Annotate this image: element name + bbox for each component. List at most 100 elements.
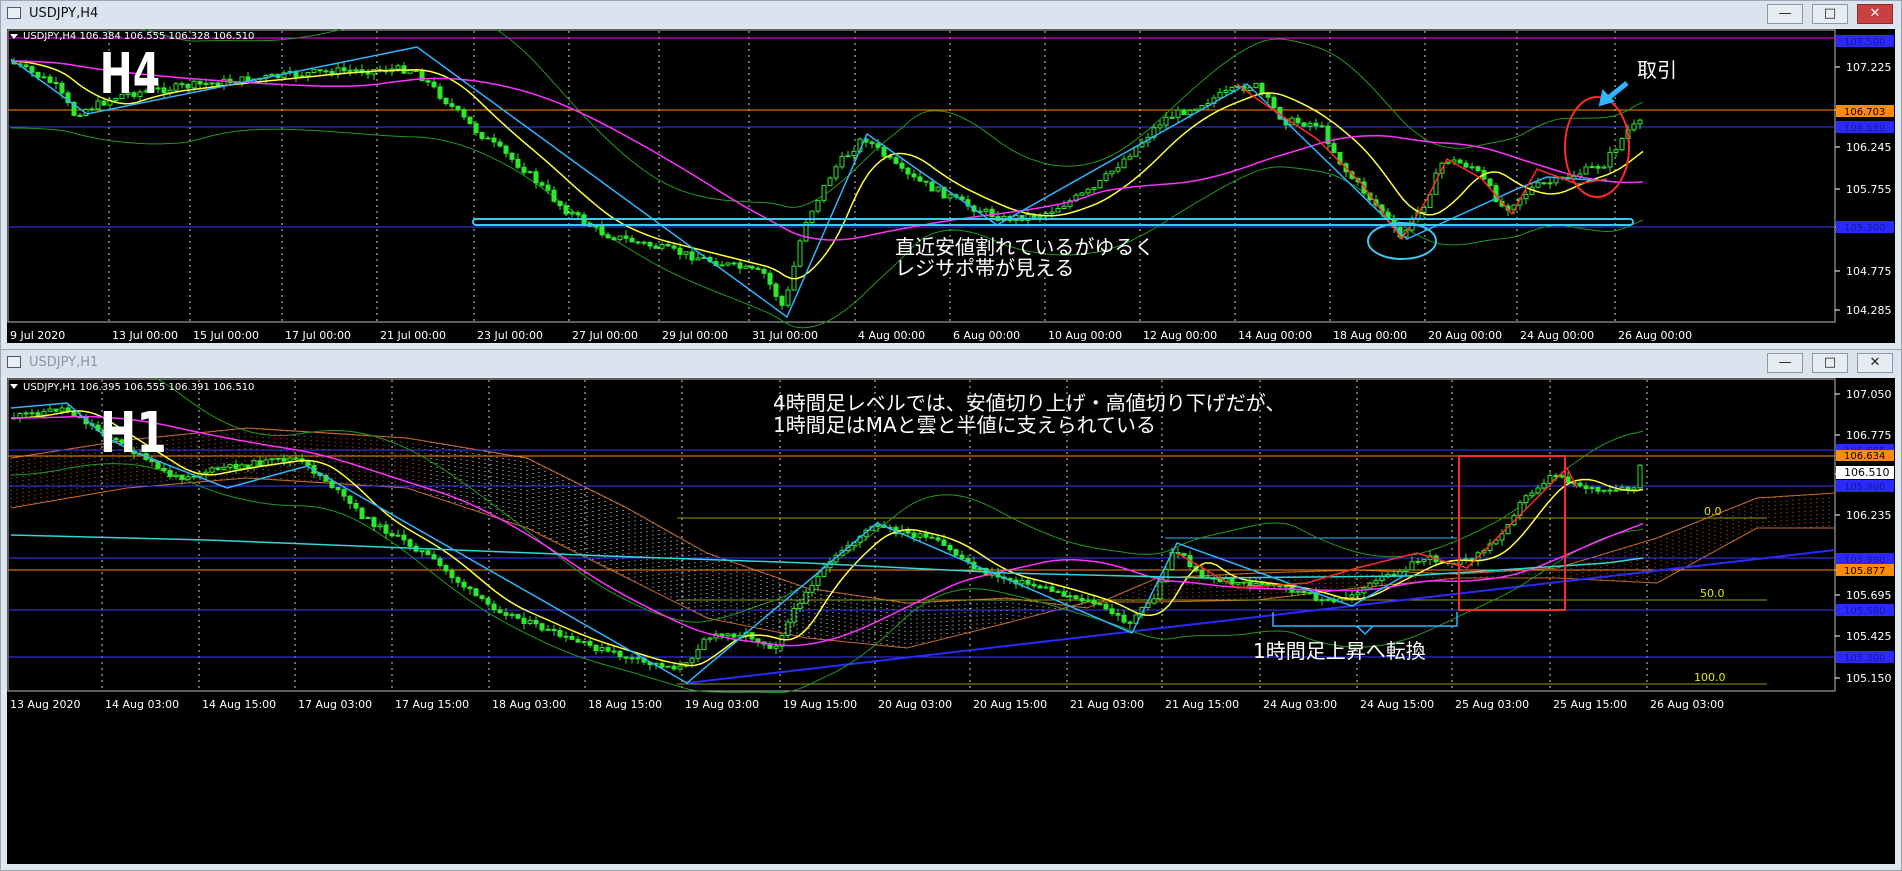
candle xyxy=(1541,182,1547,185)
candle xyxy=(755,267,761,270)
candle xyxy=(407,70,413,74)
candle xyxy=(905,167,911,175)
candle xyxy=(473,588,479,597)
h4-title-bar[interactable]: USDJPY,H4 — □ ✕ xyxy=(1,1,1901,27)
candle xyxy=(365,72,371,75)
candle xyxy=(335,487,341,491)
h1-minimize-button[interactable]: — xyxy=(1767,353,1803,373)
candle xyxy=(623,235,629,239)
candle xyxy=(893,157,899,164)
candle xyxy=(395,65,401,70)
candle xyxy=(749,265,755,269)
zigzag-line xyxy=(10,402,1408,684)
candle xyxy=(881,146,887,157)
candle xyxy=(179,474,185,480)
time-axis-label: 13 Jul 00:00 xyxy=(112,329,178,342)
candle xyxy=(1565,476,1571,484)
candle xyxy=(521,617,527,624)
candle xyxy=(1163,116,1169,126)
candle xyxy=(983,208,989,212)
candle xyxy=(659,663,665,668)
candle xyxy=(1061,591,1067,597)
candle xyxy=(1601,489,1607,492)
candle xyxy=(215,467,221,470)
time-axis-label: 18 Aug 15:00 xyxy=(588,698,662,711)
candle xyxy=(449,570,455,579)
h4-minimize-button[interactable]: — xyxy=(1767,4,1803,24)
candle xyxy=(437,86,443,99)
time-axis-label: 17 Aug 03:00 xyxy=(298,698,372,711)
candle xyxy=(551,628,557,632)
h4-sr-zone xyxy=(472,218,1634,226)
candle xyxy=(827,177,833,187)
time-axis-label: 24 Aug 03:00 xyxy=(1263,698,1337,711)
time-axis-label: 15 Jul 00:00 xyxy=(193,329,259,342)
time-axis-label: 23 Jul 00:00 xyxy=(477,329,543,342)
time-axis-label: 18 Aug 00:00 xyxy=(1333,329,1407,342)
candle xyxy=(611,650,617,653)
candle xyxy=(491,603,497,611)
candle xyxy=(1109,170,1115,175)
candle xyxy=(1589,486,1595,489)
candle xyxy=(227,463,233,468)
candle xyxy=(653,245,659,249)
candle xyxy=(317,69,323,72)
candle xyxy=(617,235,623,241)
candle xyxy=(527,171,533,174)
candle xyxy=(53,408,59,412)
h4-chart-area[interactable]: USDJPY,H4 106.384 106.555 106.328 106.51… xyxy=(7,29,1895,343)
candle xyxy=(1229,578,1235,585)
h1-chart-area[interactable]: 0.0 50.0 100.0 USDJPY,H1 106.395 106.555… xyxy=(7,378,1895,864)
chart-dropdown-icon[interactable] xyxy=(10,384,18,389)
candle xyxy=(77,114,83,117)
candle xyxy=(503,612,509,616)
candle xyxy=(497,141,503,147)
price-axis-label: 105.425 xyxy=(1846,630,1892,643)
candle xyxy=(1319,125,1325,128)
candle xyxy=(671,665,677,670)
price-axis-label: 105.695 xyxy=(1846,589,1892,602)
candle xyxy=(1547,475,1553,484)
chart-window-icon xyxy=(7,356,21,368)
candle xyxy=(1559,475,1565,478)
candle xyxy=(281,457,287,462)
h1-big-label: H1 xyxy=(100,400,167,466)
h4-tag-blue-low: 105.300 xyxy=(1844,223,1885,234)
candle xyxy=(455,577,461,583)
candle xyxy=(701,638,707,651)
price-axis-label: 106.235 xyxy=(1846,509,1892,522)
candle xyxy=(359,507,365,519)
h1-title-bar[interactable]: USDJPY,H1 — □ ✕ xyxy=(1,350,1901,376)
candle xyxy=(665,665,671,668)
h4-chart-svg[interactable]: USDJPY,H4 106.384 106.555 106.328 106.51… xyxy=(7,29,1895,345)
candle xyxy=(563,635,569,638)
h4-close-button[interactable]: ✕ xyxy=(1857,4,1893,24)
candle xyxy=(533,171,539,184)
candle xyxy=(539,182,545,186)
candle xyxy=(917,176,923,182)
candle xyxy=(1079,192,1085,196)
bollinger-upper xyxy=(142,29,1644,208)
h1-maximize-button[interactable]: □ xyxy=(1812,353,1848,373)
candle xyxy=(911,532,917,538)
candle xyxy=(1625,486,1631,491)
candle xyxy=(41,76,47,79)
candle xyxy=(47,408,53,412)
candle xyxy=(293,457,299,460)
price-axis-label: 105.150 xyxy=(1846,672,1892,685)
candle xyxy=(185,476,191,480)
h1-close-button[interactable]: ✕ xyxy=(1857,353,1893,373)
h4-maximize-button[interactable]: □ xyxy=(1812,4,1848,24)
candle xyxy=(245,464,251,468)
time-axis-label: 25 Aug 15:00 xyxy=(1553,698,1627,711)
candle xyxy=(161,87,167,94)
candle xyxy=(209,82,215,85)
h1-annotation-2: 1時間足はMAと雲と半値に支えられている xyxy=(773,413,1156,437)
candle xyxy=(1199,570,1205,578)
candle xyxy=(443,565,449,572)
h1-chart-svg[interactable]: 0.0 50.0 100.0 USDJPY,H1 106.395 106.555… xyxy=(7,378,1895,864)
h1-tag-orange-1: 106.634 xyxy=(1844,451,1885,462)
candle xyxy=(875,524,881,527)
candle xyxy=(719,633,725,637)
candle xyxy=(1181,109,1187,116)
